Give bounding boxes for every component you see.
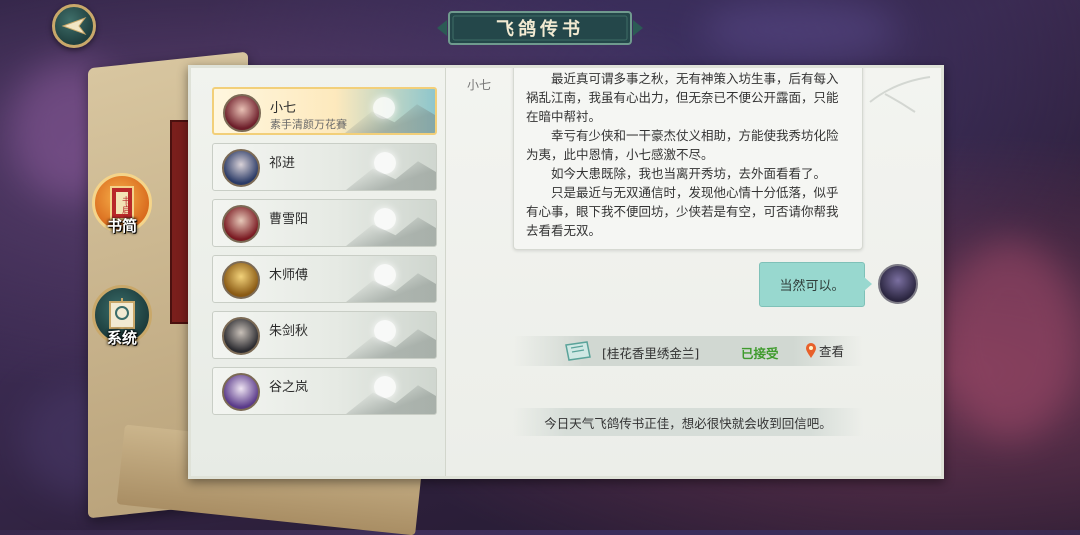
seal-text: 书启: [120, 196, 130, 214]
contact-item-caoxueyang[interactable]: 曹雪阳: [212, 199, 437, 247]
map-pin-icon: [806, 342, 816, 358]
contact-name: 朱剑秋: [269, 324, 309, 339]
avatar: [222, 317, 260, 355]
page-title: 飞鸽传书: [496, 19, 584, 40]
nav-system-button[interactable]: 系统: [92, 285, 152, 347]
contact-name: 谷之岚: [269, 380, 309, 395]
letter-panel: 小七 素手清颜万花賽 祁进 曹雪阳 木师傅 朱剑秋 谷之岚 小七 最近真可谓多事…: [188, 65, 944, 479]
window-title-banner: 飞鸽传书: [437, 10, 643, 46]
quest-view-link[interactable]: 查看: [805, 341, 844, 360]
contact-item-zhujianqiu[interactable]: 朱剑秋: [212, 311, 437, 359]
nav-letters-button[interactable]: 书启 书简: [92, 173, 152, 235]
player-avatar: [878, 264, 918, 304]
back-button[interactable]: [52, 4, 96, 48]
reply-text: 当然可以。: [779, 279, 845, 294]
nav-system-label: 系统: [106, 329, 137, 347]
quest-status: 已接受: [741, 346, 779, 361]
reply-bubble: 当然可以。: [759, 262, 872, 307]
contact-subtitle: 素手清颜万花賽: [270, 118, 347, 131]
quest-name: [桂花香里绣金兰]: [602, 346, 700, 361]
incoming-letter-bubble: 最近真可谓多事之秋，无有神策入坊生事，后有每入祸乱江南，我虽有心出力，但无奈已不…: [513, 68, 863, 250]
contact-item-mushifu[interactable]: 木师傅: [212, 255, 437, 303]
nav-letters-label: 书简: [106, 217, 137, 235]
quest-bar: [桂花香里绣金兰] 已接受 查看: [513, 336, 863, 366]
avatar: [222, 149, 260, 187]
quest-view-label: 查看: [819, 344, 845, 359]
bamboo-decoration: [869, 76, 931, 113]
message-area[interactable]: 小七 最近真可谓多事之秋，无有神策入坊生事，后有每入祸乱江南，我虽有心出力，但无…: [446, 68, 941, 476]
letter-paragraph: 最近真可谓多事之秋，无有神策入坊生事，后有每入祸乱江南，我虽有心出力，但无奈已不…: [526, 71, 839, 124]
quest-scroll-icon[interactable]: [563, 339, 593, 363]
contact-name: 祁进: [269, 156, 296, 171]
contact-name: 木师傅: [269, 268, 309, 283]
sender-name: 小七: [467, 78, 492, 92]
letter-paragraph: 只是最近与无双通信时，发现他心情十分低落，似乎有心事，眼下我不便回坊，少侠若是有…: [526, 185, 839, 238]
contact-item-xiaoqi[interactable]: 小七 素手清颜万花賽: [212, 87, 437, 135]
contact-name: 小七: [270, 101, 297, 116]
avatar: [222, 261, 260, 299]
system-message: 今日天气飞鸽传书正佳，想必很快就会收到回信吧。: [513, 408, 863, 436]
contact-item-qijin[interactable]: 祁进: [212, 143, 437, 191]
letter-paragraph: 幸亏有少侠和一干豪杰仗义相助，方能使我秀坊化险为夷，此中恩情，小七感激不尽。: [526, 128, 839, 162]
arrow-left-icon: [61, 16, 87, 36]
letter-paragraph: 如今大患既除，我也当离开秀坊，去外面看看了。: [551, 166, 827, 181]
avatar: [222, 373, 260, 411]
contact-item-guzhilan[interactable]: 谷之岚: [212, 367, 437, 415]
avatar: [222, 205, 260, 243]
contact-name: 曹雪阳: [269, 212, 309, 227]
system-message-text: 今日天气飞鸽传书正佳，想必很快就会收到回信吧。: [544, 415, 832, 431]
contact-list: 小七 素手清颜万花賽 祁进 曹雪阳 木师傅 朱剑秋 谷之岚: [191, 68, 446, 476]
avatar: [223, 94, 261, 132]
